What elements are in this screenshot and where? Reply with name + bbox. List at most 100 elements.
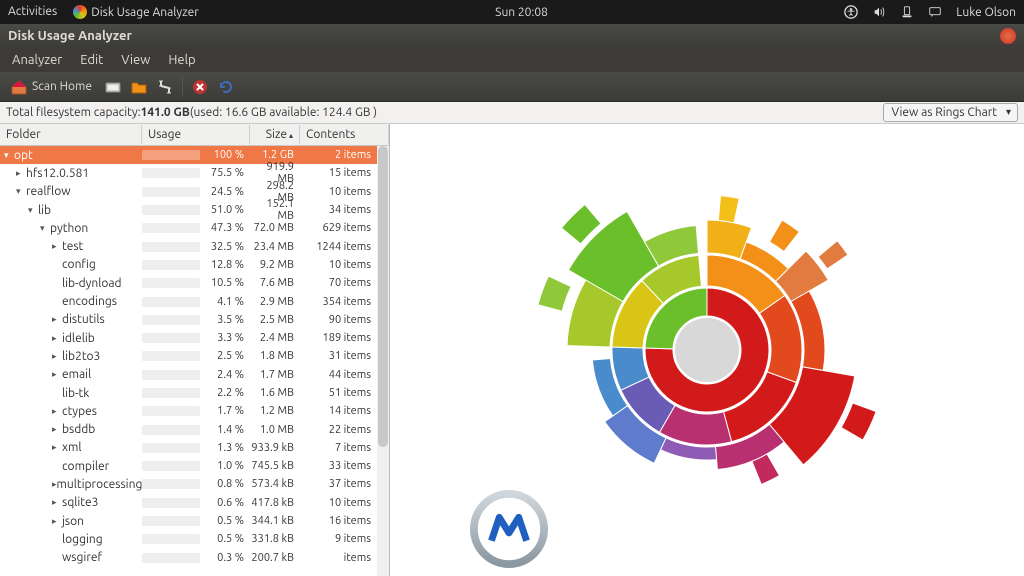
status-bar: Total filesystem capacity: 141.0 GB (use… — [0, 102, 1024, 124]
expand-arrow[interactable]: ▸ — [52, 333, 62, 344]
expand-arrow[interactable]: ▸ — [52, 369, 62, 380]
tree-body[interactable]: ▾opt100 %1.2 GB2 items▸hfs12.0.58175.5 %… — [0, 146, 389, 576]
chat-icon[interactable] — [928, 5, 942, 19]
ring-segment[interactable] — [770, 220, 800, 251]
size-value: 9.2 MB — [250, 259, 300, 271]
activities-button[interactable]: Activities — [8, 5, 57, 19]
rings-center[interactable] — [675, 318, 739, 382]
tree-row[interactable]: encodings4.1 %2.9 MB354 items — [0, 292, 389, 310]
tree-row[interactable]: ▸idlelib3.3 %2.4 MB189 items — [0, 329, 389, 347]
expand-arrow[interactable]: ▸ — [52, 351, 62, 362]
folder-name: ctypes — [62, 405, 97, 418]
expand-arrow[interactable]: ▾ — [16, 186, 26, 197]
tree-row[interactable]: ▸ctypes1.7 %1.2 MB14 items — [0, 402, 389, 420]
ring-segment[interactable] — [718, 196, 739, 223]
scan-filesystem-icon[interactable] — [104, 78, 122, 96]
user-menu[interactable]: Luke Olson — [956, 6, 1016, 19]
tree-row[interactable]: compiler1.0 %745.5 kB33 items — [0, 457, 389, 475]
tree-scrollbar[interactable] — [377, 146, 389, 576]
close-button[interactable] — [1000, 28, 1016, 44]
usage-bar — [142, 297, 200, 307]
menu-edit[interactable]: Edit — [72, 51, 111, 69]
expand-arrow[interactable]: ▸ — [52, 516, 62, 527]
accessibility-icon[interactable] — [844, 5, 858, 19]
contents-value: 2 items — [300, 149, 389, 161]
scrollbar-thumb[interactable] — [378, 146, 388, 447]
topbar-app-indicator[interactable]: Disk Usage Analyzer — [73, 5, 199, 19]
menu-view[interactable]: View — [113, 51, 158, 69]
expand-arrow[interactable]: ▸ — [16, 168, 26, 179]
usage-bar — [142, 370, 200, 380]
folder-name: wsgiref — [62, 551, 102, 564]
expand-arrow[interactable]: ▸ — [52, 406, 62, 417]
menubar: Analyzer Edit View Help — [0, 48, 1024, 72]
ring-segment[interactable] — [538, 276, 571, 311]
tree-row[interactable]: logging0.5 %331.8 kB9 items — [0, 530, 389, 548]
refresh-icon[interactable] — [217, 78, 235, 96]
tree-row[interactable]: wsgiref0.3 %200.7 kBitems — [0, 549, 389, 567]
tree-panel: Folder Usage Size Contents ▾opt100 %1.2 … — [0, 124, 390, 576]
tree-row[interactable]: ▸email2.4 %1.7 MB44 items — [0, 366, 389, 384]
tree-row[interactable]: ▾opt100 %1.2 GB2 items — [0, 146, 389, 164]
column-folder[interactable]: Folder — [0, 125, 142, 144]
scan-remote-icon[interactable] — [156, 78, 174, 96]
ring-segment[interactable] — [841, 403, 876, 440]
expand-arrow[interactable]: ▸ — [52, 241, 62, 252]
column-usage[interactable]: Usage — [142, 125, 250, 144]
contents-value: 33 items — [300, 460, 389, 472]
contents-value: 354 items — [300, 296, 389, 308]
ring-segment[interactable] — [818, 241, 848, 269]
tree-header: Folder Usage Size Contents — [0, 124, 389, 146]
size-value: 152.1 MB — [250, 198, 300, 222]
tree-row[interactable]: ▸hfs12.0.58175.5 %919.9 MB15 items — [0, 164, 389, 182]
folder-name: encodings — [62, 295, 117, 308]
tree-row[interactable]: ▸distutils3.5 %2.5 MB90 items — [0, 311, 389, 329]
scan-home-button[interactable]: Scan Home — [6, 76, 96, 98]
tree-row[interactable]: ▸lib2to32.5 %1.8 MB31 items — [0, 347, 389, 365]
contents-value: 10 items — [300, 497, 389, 509]
usage-bar — [142, 479, 200, 489]
stop-icon[interactable] — [191, 78, 209, 96]
column-size[interactable]: Size — [250, 125, 300, 144]
menu-analyzer[interactable]: Analyzer — [4, 51, 70, 69]
column-contents[interactable]: Contents — [300, 125, 389, 144]
tree-row[interactable]: config12.8 %9.2 MB10 items — [0, 256, 389, 274]
expand-arrow[interactable]: ▸ — [52, 442, 62, 453]
usage-bar — [142, 223, 200, 233]
contents-value: 44 items — [300, 369, 389, 381]
window-titlebar[interactable]: Disk Usage Analyzer — [0, 24, 1024, 48]
tree-row[interactable]: ▸json0.5 %344.1 kB16 items — [0, 512, 389, 530]
expand-arrow[interactable]: ▸ — [52, 424, 62, 435]
size-value: 7.6 MB — [250, 277, 300, 289]
folder-name: sqlite3 — [62, 496, 98, 509]
rings-chart[interactable] — [497, 160, 917, 540]
tree-row[interactable]: lib-tk2.2 %1.6 MB51 items — [0, 384, 389, 402]
tree-row[interactable]: ▾lib51.0 %152.1 MB34 items — [0, 201, 389, 219]
contents-value: 51 items — [300, 387, 389, 399]
scan-folder-icon[interactable] — [130, 78, 148, 96]
clock[interactable]: Sun 20:08 — [199, 6, 844, 19]
menu-help[interactable]: Help — [160, 51, 203, 69]
tree-row[interactable]: ▸multiprocessing0.8 %573.4 kB37 items — [0, 475, 389, 493]
network-icon[interactable] — [900, 5, 914, 19]
usage-pct: 100 % — [204, 149, 244, 161]
tree-row[interactable]: ▾realflow24.5 %298.2 MB10 items — [0, 183, 389, 201]
expand-arrow[interactable]: ▾ — [40, 223, 50, 234]
view-as-dropdown[interactable]: View as Rings Chart — [883, 103, 1018, 122]
tree-row[interactable]: ▸bsddb1.4 %1.0 MB22 items — [0, 420, 389, 438]
size-value: 72.0 MB — [250, 222, 300, 234]
tree-row[interactable]: ▸test32.5 %23.4 MB1244 items — [0, 237, 389, 255]
folder-name: logging — [62, 533, 103, 546]
tree-row[interactable]: lib-dynload10.5 %7.6 MB70 items — [0, 274, 389, 292]
volume-icon[interactable] — [872, 5, 886, 19]
app-icon — [73, 5, 87, 19]
expand-arrow[interactable]: ▾ — [28, 205, 38, 216]
tree-row[interactable]: ▸sqlite30.6 %417.8 kB10 items — [0, 494, 389, 512]
usage-bar — [142, 425, 200, 435]
expand-arrow[interactable]: ▸ — [52, 497, 62, 508]
usage-pct: 2.4 % — [204, 369, 244, 381]
tree-row[interactable]: ▸xml1.3 %933.9 kB7 items — [0, 439, 389, 457]
expand-arrow[interactable]: ▸ — [52, 314, 62, 325]
tree-row[interactable]: ▾python47.3 %72.0 MB629 items — [0, 219, 389, 237]
expand-arrow[interactable]: ▾ — [4, 150, 14, 161]
